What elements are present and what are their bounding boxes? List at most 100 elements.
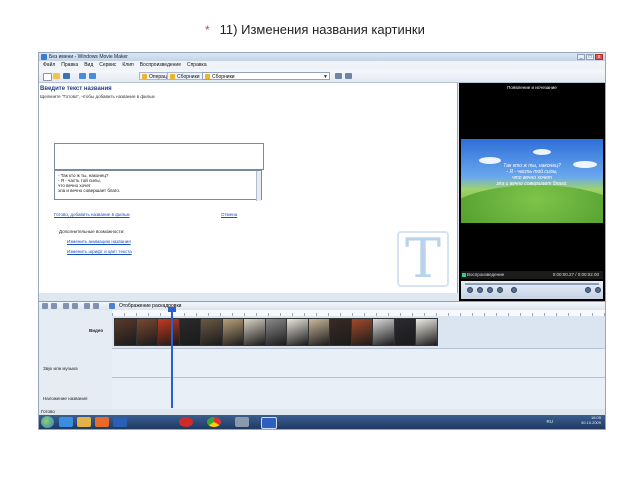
preview-monitor: Появление и исчезание Так кто ж ты, нако… xyxy=(459,83,605,301)
menu-file[interactable]: Файл xyxy=(43,61,55,70)
menu-clip[interactable]: Клип xyxy=(122,61,133,70)
video-clip-thumbnail[interactable] xyxy=(350,318,374,346)
playhead-line[interactable] xyxy=(171,308,173,408)
video-clip-thumbnail[interactable] xyxy=(157,318,180,346)
split-icon[interactable] xyxy=(511,287,517,293)
collections-combo[interactable]: Сборники ▼ xyxy=(202,72,330,80)
preview-title-overlay: Так кто ж ты, наконец? - Я - часть той с… xyxy=(461,163,603,187)
undo-icon[interactable] xyxy=(79,73,86,79)
start-button[interactable] xyxy=(41,416,54,428)
up-folder-icon[interactable] xyxy=(335,73,342,79)
views-icon[interactable] xyxy=(345,73,352,79)
slide-title-text: 11) Изменения названия картинки xyxy=(219,22,425,37)
video-clip-thumbnail[interactable] xyxy=(200,318,223,346)
video-clip-thumbnail[interactable] xyxy=(178,318,202,346)
seek-bar[interactable] xyxy=(465,283,599,285)
set-audio-icon[interactable] xyxy=(42,303,48,309)
change-animation-link[interactable]: Изменить анимацию названия xyxy=(67,239,131,244)
title-overlay-track-label: Наложение названия xyxy=(43,396,88,401)
video-track xyxy=(112,316,605,349)
change-font-link[interactable]: Изменить шрифт и цвет текста xyxy=(67,249,132,254)
narrate-icon[interactable] xyxy=(51,303,57,309)
system-clock[interactable]: 16:05 30.10.2009 xyxy=(581,415,601,429)
cloud-shape xyxy=(533,149,551,155)
video-clip-thumbnail[interactable] xyxy=(221,318,245,346)
video-clip-thumbnail[interactable] xyxy=(135,318,159,346)
video-clip-thumbnail[interactable] xyxy=(329,318,352,346)
stop-icon[interactable] xyxy=(477,287,483,293)
text-scrollbar[interactable] xyxy=(256,171,261,201)
clock-date: 30.10.2009 xyxy=(580,420,601,425)
rewind-icon[interactable] xyxy=(84,303,90,309)
collections-button[interactable]: Сборники xyxy=(167,72,204,80)
menu-playback[interactable]: Воспроизведение xyxy=(140,61,181,70)
explorer-icon[interactable] xyxy=(77,417,91,427)
zoom-out-icon[interactable] xyxy=(72,303,78,309)
new-project-icon[interactable] xyxy=(43,73,52,81)
chrome-icon[interactable] xyxy=(207,417,221,427)
menu-edit[interactable]: Правка xyxy=(61,61,78,70)
panel-heading: Введите текст названия xyxy=(40,86,112,92)
title-text-input[interactable] xyxy=(54,143,264,170)
video-clip-thumbnail[interactable] xyxy=(114,318,137,346)
save-icon[interactable] xyxy=(63,73,70,79)
zoom-in-icon[interactable] xyxy=(63,303,69,309)
minimize-button[interactable]: _ xyxy=(577,54,585,60)
redo-icon[interactable] xyxy=(89,73,96,79)
media-player-icon[interactable] xyxy=(95,417,109,427)
fullscreen-icon[interactable] xyxy=(595,287,601,293)
text-line: зла и вечно совершает благо. xyxy=(58,188,121,193)
panel-instruction: Щелкните "Готово", чтобы добавить назван… xyxy=(40,94,155,99)
playback-status: Воспроизведение xyxy=(467,272,505,277)
open-folder-icon[interactable] xyxy=(53,73,60,79)
preview-status: Воспроизведение 0:00:00.27 / 0:00:02.00 xyxy=(461,271,603,279)
overlay-line: зла и вечно совершает благо. xyxy=(496,181,568,187)
toolbar: Операции Сборники Сборники ▼ xyxy=(39,70,605,83)
menu-help[interactable]: Справка xyxy=(187,61,207,70)
title-additional-text-input[interactable]: - Так кто ж ты, наконец? - Я - часть той… xyxy=(54,170,262,201)
audio-track[interactable] xyxy=(112,349,605,378)
video-clip-thumbnail[interactable] xyxy=(393,318,417,346)
title-overlay-track[interactable] xyxy=(112,378,605,410)
play-timeline-icon[interactable] xyxy=(93,303,99,309)
title-editor-panel: Введите текст названия Щелкните "Готово"… xyxy=(39,83,458,293)
status-text: Готово xyxy=(41,409,55,414)
playback-time: 0:00:00.27 / 0:00:02.00 xyxy=(552,272,599,277)
video-clip-thumbnail[interactable] xyxy=(264,318,288,346)
video-clip-thumbnail[interactable] xyxy=(372,318,395,346)
menu-view[interactable]: Вид xyxy=(84,61,93,70)
play-icon[interactable] xyxy=(467,287,473,293)
title-logo-icon: T xyxy=(397,231,449,287)
slide-title: * 11) Изменения названия картинки xyxy=(205,22,425,37)
video-track-label: Видео xyxy=(89,328,104,333)
ie-icon[interactable] xyxy=(59,417,73,427)
video-clip-thumbnail[interactable] xyxy=(307,318,331,346)
opera-icon[interactable] xyxy=(179,417,193,427)
preview-effect-title: Появление и исчезание xyxy=(507,85,557,90)
video-clip-thumbnail[interactable] xyxy=(286,318,309,346)
movie-maker-icon xyxy=(41,54,47,60)
movie-maker-taskbar-icon[interactable] xyxy=(235,417,249,427)
menu-tools[interactable]: Сервис xyxy=(99,61,116,70)
next-frame-icon[interactable] xyxy=(497,287,503,293)
language-indicator[interactable]: RU xyxy=(547,419,554,424)
playback-controls xyxy=(461,281,603,299)
word-doc-icon[interactable] xyxy=(261,417,277,429)
close-button[interactable]: x xyxy=(595,54,603,60)
collections-combo-value: Сборники xyxy=(212,74,235,80)
collections-icon xyxy=(170,74,175,79)
green-hill xyxy=(461,185,603,223)
maximize-button[interactable]: □ xyxy=(586,54,594,60)
video-clip-thumbnail[interactable] xyxy=(243,318,266,346)
folder-icon xyxy=(205,74,210,79)
storyboard-icon[interactable] xyxy=(109,303,115,309)
collections-button-label: Сборники xyxy=(177,74,200,80)
done-add-title-link[interactable]: Готово, добавить название в фильм xyxy=(54,212,130,217)
video-clip-thumbnail[interactable] xyxy=(415,318,438,346)
previous-frame-icon[interactable] xyxy=(487,287,493,293)
snapshot-icon[interactable] xyxy=(585,287,591,293)
cancel-link[interactable]: Отмена xyxy=(221,212,237,217)
word-icon[interactable] xyxy=(113,417,127,427)
menu-bar: Файл Правка Вид Сервис Клип Воспроизведе… xyxy=(39,61,605,70)
more-options-label: Дополнительные возможности: xyxy=(59,229,125,234)
